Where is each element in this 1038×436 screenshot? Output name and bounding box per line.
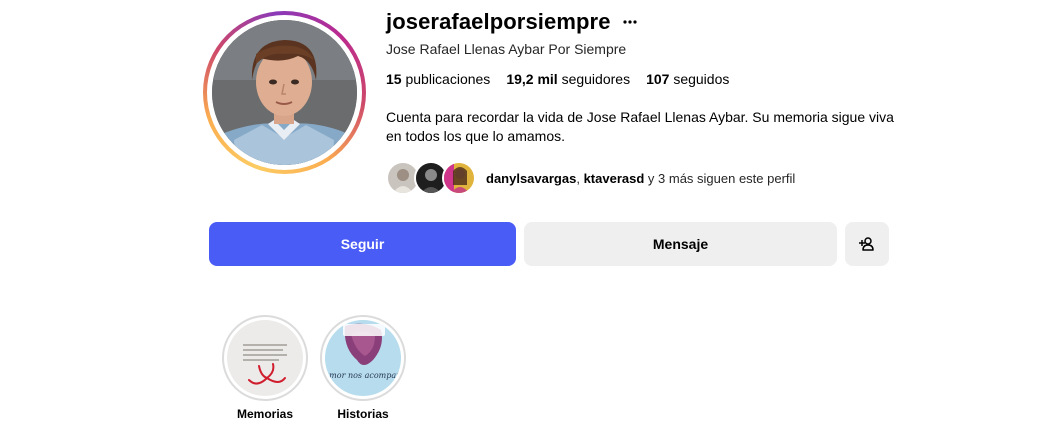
- highlight-ring: [222, 315, 308, 401]
- full-name: Jose Rafael Llenas Aybar Por Siempre: [386, 41, 627, 57]
- highlight-label: Memorias: [236, 407, 294, 421]
- followed-by-row[interactable]: danylsavargas, ktaverasd y 3 más siguen …: [386, 161, 795, 195]
- follower-name-2[interactable]: ktaverasd: [584, 171, 645, 186]
- follow-button[interactable]: Seguir: [209, 222, 516, 266]
- follower-avatar: [442, 161, 476, 195]
- profile-photo-image: [212, 20, 357, 165]
- highlight-historias[interactable]: Tu amor nos acompañará Historias: [320, 315, 406, 421]
- following-stat[interactable]: 107 seguidos: [646, 71, 729, 87]
- posts-label: publicaciones: [405, 71, 491, 87]
- avatar-border: [207, 15, 362, 170]
- message-button[interactable]: Mensaje: [524, 222, 837, 266]
- follower-avatar-image: [444, 163, 474, 193]
- more-dots-svg: [622, 20, 637, 24]
- highlight-cover: [227, 320, 303, 396]
- highlight-cover: Tu amor nos acompañará: [325, 320, 401, 396]
- follower-name-1[interactable]: danylsavargas: [486, 171, 576, 186]
- posts-count: 15: [386, 71, 402, 87]
- add-user-button[interactable]: [845, 222, 889, 266]
- following-label: seguidos: [673, 71, 730, 87]
- highlight-cover-image: [227, 320, 303, 396]
- bio-text: Cuenta para recordar la vida de Jose Raf…: [386, 109, 894, 144]
- followed-by-text: danylsavargas, ktaverasd y 3 más siguen …: [486, 171, 795, 186]
- highlight-ring: Tu amor nos acompañará: [320, 315, 406, 401]
- profile-photo[interactable]: [212, 20, 357, 165]
- more-horizontal-icon[interactable]: [622, 12, 637, 32]
- followers-count: 19,2 mil: [506, 71, 558, 87]
- followed-rest: y 3 más siguen este perfil: [644, 170, 796, 186]
- highlight-memorias[interactable]: Memorias: [222, 315, 308, 421]
- highlight-cover-text: Tu amor nos acompañará: [325, 371, 401, 380]
- following-count: 107: [646, 71, 670, 87]
- username-row: joserafaelporsiempre: [386, 9, 637, 35]
- profile-stats: 15 publicaciones 19,2 mil seguidores 107…: [386, 71, 729, 87]
- highlight-label: Historias: [337, 407, 389, 421]
- add-user-icon: [859, 237, 874, 251]
- profile-avatar-ring[interactable]: [203, 11, 366, 174]
- followed-separator: ,: [576, 170, 584, 186]
- username: joserafaelporsiempre: [386, 9, 611, 34]
- posts-stat[interactable]: 15 publicaciones: [386, 71, 490, 87]
- followers-stat[interactable]: 19,2 mil seguidores: [506, 71, 630, 87]
- highlight-cover-image: Tu amor nos acompañará: [325, 320, 401, 396]
- followers-label: seguidores: [561, 71, 631, 87]
